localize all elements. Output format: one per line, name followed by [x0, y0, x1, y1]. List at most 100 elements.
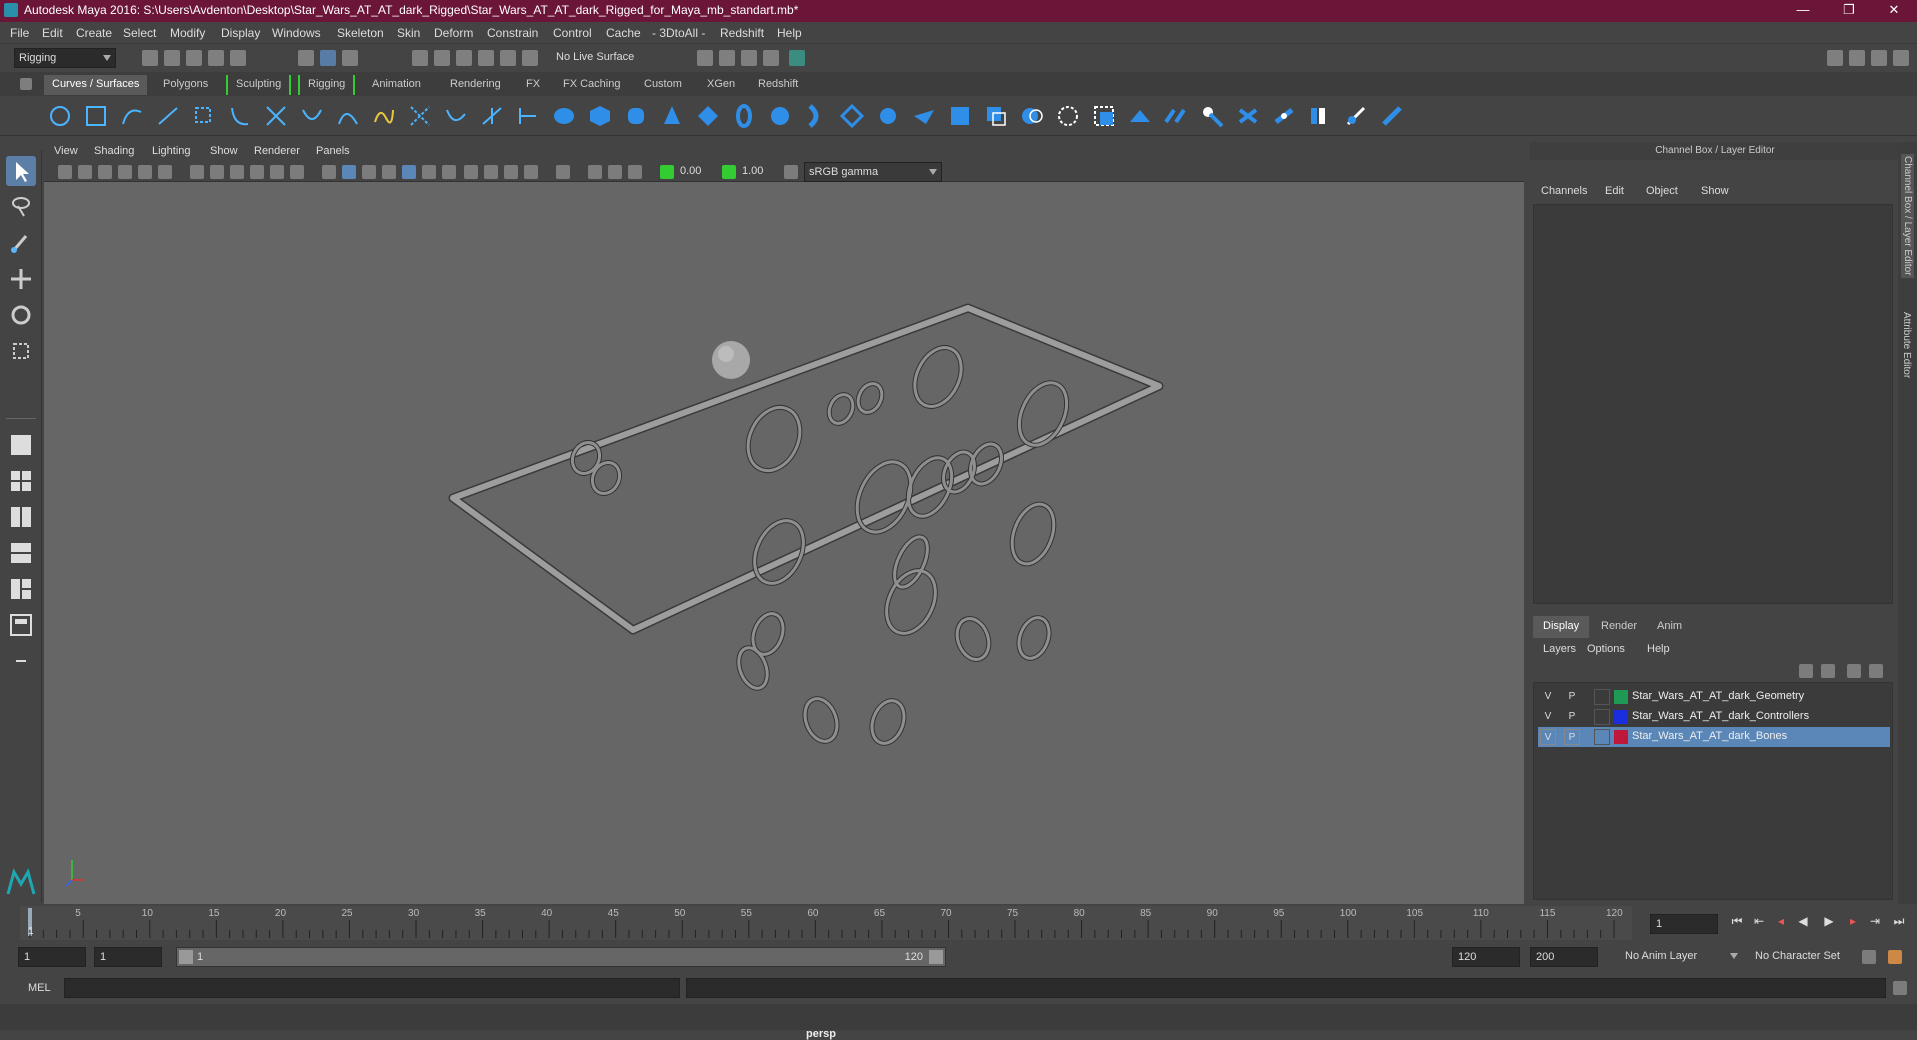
exposure-value[interactable]: 0.00: [680, 165, 701, 177]
shelf-tab-xgen[interactable]: XGen: [699, 75, 743, 95]
select-object-icon[interactable]: [320, 50, 336, 66]
animation-start-field[interactable]: 1: [18, 947, 86, 967]
offset-curve-icon[interactable]: [408, 104, 432, 128]
shelf-tab-custom[interactable]: Custom: [636, 75, 690, 95]
wireframe-icon[interactable]: [322, 165, 336, 179]
render-current-icon[interactable]: [719, 50, 735, 66]
more-layouts-icon[interactable]: [6, 646, 36, 676]
anim-layer-dropdown[interactable]: No Anim Layer: [1620, 947, 1742, 967]
shelf-tab-rigging[interactable]: Rigging: [298, 75, 356, 95]
tab-display[interactable]: Display: [1533, 616, 1590, 638]
nurbs-circle-icon[interactable]: [48, 104, 72, 128]
depth-of-field-icon[interactable]: [524, 165, 538, 179]
nurbs-cube-icon[interactable]: [588, 104, 612, 128]
minimize-button[interactable]: —: [1780, 0, 1826, 22]
image-plane-icon[interactable]: [118, 165, 132, 179]
shelf-tab-fx-caching[interactable]: FX Caching: [555, 75, 628, 95]
play-forwards-icon[interactable]: ▶: [1822, 914, 1836, 928]
rotate-tool-icon[interactable]: [6, 300, 36, 330]
grease-pencil-icon[interactable]: [158, 165, 172, 179]
undo-icon[interactable]: [208, 50, 224, 66]
save-scene-icon[interactable]: [186, 50, 202, 66]
gamma-icon[interactable]: [722, 165, 736, 179]
persp-outliner-layout-icon[interactable]: [6, 538, 36, 568]
shelf-tab-animation[interactable]: Animation: [364, 75, 429, 95]
menu-control[interactable]: Control: [553, 26, 592, 40]
nurbs-sphere-icon[interactable]: [552, 104, 576, 128]
field-chart-icon[interactable]: [270, 165, 284, 179]
playback-start-field[interactable]: 1: [94, 947, 162, 967]
go-to-end-icon[interactable]: ⏭: [1892, 914, 1906, 928]
insert-knot-icon[interactable]: [336, 104, 360, 128]
menu-display[interactable]: Display: [221, 26, 260, 40]
shadows-icon[interactable]: [442, 165, 456, 179]
layer-color-swatch[interactable]: [1614, 690, 1628, 704]
range-slider[interactable]: 1 120: [176, 947, 946, 967]
smooth-shade-icon[interactable]: [342, 165, 356, 179]
intersect-curves-icon[interactable]: [264, 104, 288, 128]
snap-grid-icon[interactable]: [412, 50, 428, 66]
nurbs-torus-icon[interactable]: [732, 104, 756, 128]
trim-tool-icon[interactable]: [1056, 104, 1080, 128]
align-surfaces-icon[interactable]: [1272, 104, 1296, 128]
workspace-icon[interactable]: [1827, 50, 1843, 66]
use-all-lights-icon[interactable]: [422, 165, 436, 179]
layer-menu-help[interactable]: Help: [1647, 643, 1670, 655]
make-live-icon[interactable]: [522, 50, 538, 66]
stitch-icon[interactable]: [1236, 104, 1260, 128]
layer-display-type[interactable]: [1594, 709, 1610, 725]
add-points-icon[interactable]: [480, 104, 504, 128]
tab-anim[interactable]: Anim: [1647, 616, 1692, 638]
paint-select-tool-icon[interactable]: [6, 228, 36, 258]
shelf-tab-sculpting[interactable]: Sculpting: [226, 75, 292, 95]
two-view-layout-icon[interactable]: [6, 502, 36, 532]
select-camera-icon[interactable]: [58, 165, 72, 179]
shelf-tab-redshift[interactable]: Redshift: [750, 75, 806, 95]
textured-icon[interactable]: [402, 165, 416, 179]
birail-icon[interactable]: [912, 104, 936, 128]
ipr-render-icon[interactable]: [741, 50, 757, 66]
animation-end-field[interactable]: 200: [1530, 947, 1598, 967]
script-editor-icon[interactable]: [1893, 981, 1907, 995]
nurbs-cone-icon[interactable]: [660, 104, 684, 128]
range-end-handle[interactable]: [929, 950, 943, 964]
layer-color-swatch[interactable]: [1614, 710, 1628, 724]
film-gate-icon[interactable]: [210, 165, 224, 179]
menu-file[interactable]: File: [10, 26, 29, 40]
menu-3dtoall[interactable]: - 3DtoAll -: [652, 26, 705, 40]
new-layer-selected-icon[interactable]: [1869, 664, 1883, 678]
isolate-select-icon[interactable]: [556, 165, 570, 179]
rebuild-surface-icon[interactable]: [1308, 104, 1332, 128]
side-tab-channel-box[interactable]: Channel Box / Layer Editor: [1901, 154, 1914, 278]
square-surface-icon[interactable]: [984, 104, 1008, 128]
attach-surfaces-icon[interactable]: [1128, 104, 1152, 128]
playback-end-field[interactable]: 120: [1452, 947, 1520, 967]
vp-menu-shading[interactable]: Shading: [94, 145, 134, 157]
color-management-icon[interactable]: [784, 165, 798, 179]
maximize-button[interactable]: ❐: [1826, 0, 1872, 22]
layer-display-type[interactable]: [1594, 729, 1610, 745]
cb-menu-show[interactable]: Show: [1701, 185, 1729, 197]
move-layer-down-icon[interactable]: [1821, 664, 1835, 678]
view-transform-dropdown[interactable]: sRGB gamma: [804, 162, 942, 182]
shelf-tab-curves-surfaces[interactable]: Curves / Surfaces: [44, 75, 148, 95]
ep-curve-icon[interactable]: [156, 104, 180, 128]
time-slider[interactable]: 1 5 10 15 20 25 30 35 40 45 50 55 60 65 70 75 80 85 90 95 1…: [20, 906, 1632, 940]
command-language-label[interactable]: MEL: [28, 982, 51, 994]
menu-redshift[interactable]: Redshift: [720, 26, 764, 40]
boundary-icon[interactable]: [948, 104, 972, 128]
channel-box-area[interactable]: [1533, 204, 1893, 604]
cv-curve-icon[interactable]: [120, 104, 144, 128]
layer-visibility-toggle[interactable]: V: [1540, 729, 1556, 745]
use-default-material-icon[interactable]: [362, 165, 376, 179]
side-tab-attribute-editor[interactable]: Attribute Editor: [1901, 312, 1912, 378]
vp-menu-panels[interactable]: Panels: [316, 145, 350, 157]
layer-color-swatch[interactable]: [1614, 730, 1628, 744]
anti-alias-icon[interactable]: [504, 165, 518, 179]
pencil-curve-icon[interactable]: [192, 104, 216, 128]
untrim-icon[interactable]: [1092, 104, 1116, 128]
select-hierarchy-icon[interactable]: [298, 50, 314, 66]
rebuild-curve-icon[interactable]: [444, 104, 468, 128]
2d-pan-icon[interactable]: [138, 165, 152, 179]
detach-surfaces-icon[interactable]: [1164, 104, 1188, 128]
